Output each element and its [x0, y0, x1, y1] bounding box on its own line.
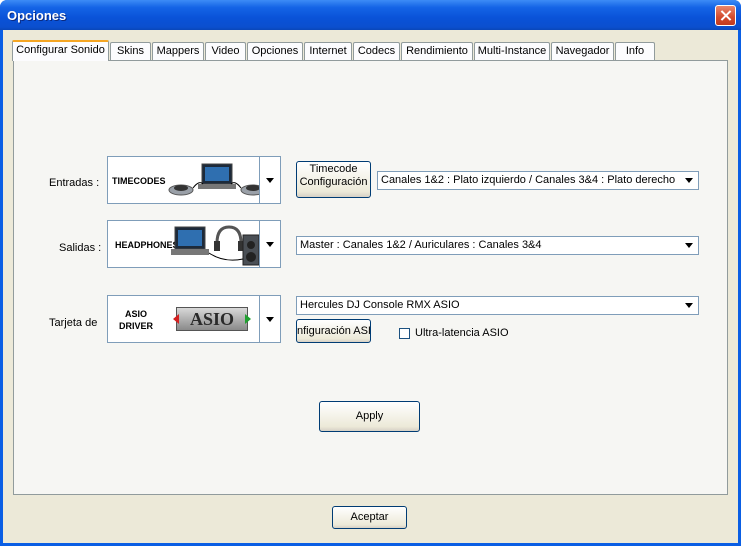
inputs-image-picker[interactable]: TIMECODES	[107, 156, 281, 204]
asio-logo-text: ASIO	[189, 309, 234, 329]
card-device-value: Hercules DJ Console RMX ASIO	[300, 299, 460, 311]
apply-label: Apply	[355, 410, 384, 422]
card-label: Tarjeta de	[49, 317, 98, 329]
accept-label: Aceptar	[350, 511, 389, 523]
tab-label: Info	[625, 45, 645, 57]
laptop-headphones-speaker-icon	[171, 225, 260, 266]
chevron-down-icon[interactable]	[682, 298, 697, 313]
tab-label: Multi-Instance	[477, 45, 547, 57]
chevron-down-icon[interactable]	[259, 296, 280, 342]
arrow-left-icon	[173, 314, 179, 324]
asio-config-button[interactable]: nfiguración ASI	[296, 319, 371, 343]
tab-label: Opciones	[251, 45, 299, 57]
headphones-image: HEADPHONES	[109, 222, 260, 266]
tab-opciones[interactable]: Opciones	[247, 42, 303, 60]
tab-internet[interactable]: Internet	[304, 42, 352, 60]
chevron-down-icon[interactable]	[259, 157, 280, 203]
close-icon[interactable]	[715, 5, 736, 26]
arrow-right-icon	[245, 314, 251, 324]
tab-multi-instance[interactable]: Multi-Instance	[474, 42, 550, 60]
tab-codecs[interactable]: Codecs	[353, 42, 400, 60]
timecode-config-line2: Configuración	[299, 176, 368, 188]
asio-caption-line1: ASIO	[125, 309, 148, 319]
timecode-config-line1: Timecode	[309, 163, 358, 175]
tab-video[interactable]: Video	[205, 42, 246, 60]
timecode-config-button[interactable]: Timecode Configuración	[296, 161, 371, 198]
tab-label: Mappers	[156, 45, 200, 57]
asio-driver-image: ASIO DRIVER ASIO	[109, 297, 259, 341]
turntables-laptop-icon	[168, 163, 266, 196]
options-window: Opciones Configurar Sonido Skins Mappers…	[0, 0, 741, 546]
tab-navegador[interactable]: Navegador	[551, 42, 614, 60]
dialog-client-area: Configurar Sonido Skins Mappers Video Op…	[3, 30, 738, 543]
chevron-down-icon[interactable]	[682, 238, 697, 253]
outputs-routing-value: Master : Canales 1&2 / Auriculares : Can…	[300, 239, 542, 251]
outputs-label: Salidas :	[59, 242, 102, 254]
tab-label: Rendimiento	[406, 45, 468, 57]
asio-caption-line2: DRIVER	[119, 321, 154, 331]
outputs-routing-select[interactable]: Master : Canales 1&2 / Auriculares : Can…	[296, 236, 699, 255]
asio-config-label: nfiguración ASI	[297, 325, 370, 337]
timecodes-caption: TIMECODES	[112, 176, 166, 186]
tab-label: Internet	[309, 45, 347, 57]
accept-button[interactable]: Aceptar	[332, 506, 407, 529]
tab-label: Configurar Sonido	[16, 44, 105, 56]
tab-label: Video	[211, 45, 240, 57]
tab-configurar-sonido[interactable]: Configurar Sonido	[12, 40, 109, 61]
chevron-down-icon[interactable]	[259, 221, 280, 267]
window-title: Opciones	[7, 8, 67, 23]
tab-mappers[interactable]: Mappers	[152, 42, 204, 60]
tab-label: Skins	[117, 45, 144, 57]
tab-skins[interactable]: Skins	[110, 42, 151, 60]
chevron-down-icon[interactable]	[682, 173, 697, 188]
ultra-latency-label: Ultra-latencia ASIO	[415, 327, 509, 339]
tab-label: Navegador	[555, 45, 610, 57]
tab-rendimiento[interactable]: Rendimiento	[401, 42, 473, 60]
tab-label: Codecs	[357, 45, 396, 57]
ultra-latency-checkbox[interactable]	[399, 328, 410, 339]
card-image-picker[interactable]: ASIO DRIVER ASIO	[107, 295, 281, 343]
tab-info[interactable]: Info	[615, 42, 655, 60]
inputs-routing-value: Canales 1&2 : Plato izquierdo / Canales …	[381, 174, 676, 186]
apply-button[interactable]: Apply	[319, 401, 420, 432]
asio-logo: ASIO	[173, 307, 251, 331]
outputs-image-picker[interactable]: HEADPHONES	[107, 220, 281, 268]
inputs-routing-select[interactable]: Canales 1&2 : Plato izquierdo / Canales …	[377, 171, 699, 190]
timecodes-image: TIMECODES	[109, 158, 266, 202]
sound-settings-panel: Entradas : TIMECODES Timecode Configurac…	[13, 60, 728, 495]
card-device-select[interactable]: Hercules DJ Console RMX ASIO	[296, 296, 699, 315]
inputs-label: Entradas :	[49, 177, 100, 189]
title-bar[interactable]: Opciones	[0, 0, 741, 30]
